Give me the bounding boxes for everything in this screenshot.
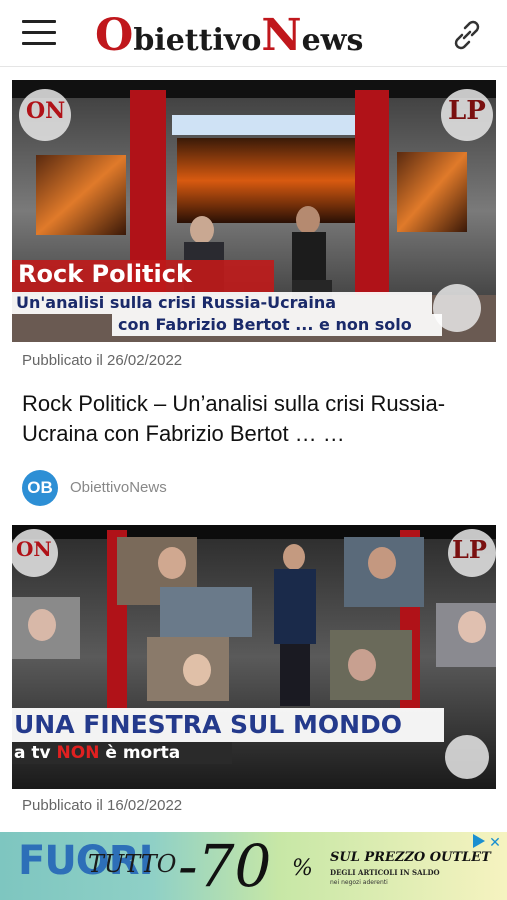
app-header: ObiettivoNews (0, 0, 507, 67)
ad-close-icon[interactable]: ✕ (487, 834, 503, 850)
post-date: Pubblicato il 26/02/2022 (22, 352, 183, 369)
post-date: Pubblicato il 16/02/2022 (22, 797, 183, 814)
ad-banner[interactable]: FUORI TUTTO -70 % SUL PREZZO OUTLET DEGL… (0, 832, 507, 900)
ad-discount: -70 (178, 832, 272, 900)
thumbnail-title: UNA FINESTRA SUL MONDO (14, 710, 403, 739)
ad-percent: % (292, 856, 313, 881)
post-title[interactable]: Rock Politick – Un’analisi sulla crisi R… (22, 389, 492, 449)
thumbnail-subtitle-line1: Un'analisi sulla crisi Russia-Ucraina (16, 293, 337, 312)
post-thumbnail[interactable]: ON LP Rock Politick Un'analisi sulla cri… (12, 80, 496, 342)
chain-link-icon[interactable] (448, 18, 486, 52)
thumbnail-logo-left: ON (16, 537, 52, 561)
ad-line2: DEGLI ARTICOLI IN SALDO (330, 868, 440, 877)
ad-word: TUTTO (88, 850, 177, 878)
subtitle-highlight: NON (56, 743, 100, 763)
thumbnail-subtitle-line1: a tv NON è morta (14, 743, 180, 763)
ad-line1: SUL PREZZO OUTLET (330, 850, 491, 865)
thumbnail-logo-left: ON (26, 98, 66, 124)
thumbnail-title: Rock Politick (18, 260, 192, 288)
site-logo[interactable]: ObiettivoNews (95, 10, 405, 61)
subtitle-suffix: è morta (99, 743, 181, 763)
ad-info-icon[interactable] (473, 834, 485, 848)
post-thumbnail[interactable]: ON LP UNA FINESTRA SUL MONDO a tv NON è … (12, 525, 496, 789)
thumbnail-subtitle-line2: con Fabrizio Bertot ... e non solo (118, 315, 412, 334)
thumbnail-logo-right: LP (448, 96, 486, 126)
avatar: OB (22, 470, 58, 506)
ad-line3: nei negozi aderenti (330, 879, 388, 886)
hamburger-menu-icon[interactable] (22, 20, 58, 50)
subtitle-prefix: a tv (14, 743, 57, 763)
thumbnail-logo-right: LP (452, 535, 487, 564)
author-name: ObiettivoNews (70, 479, 167, 496)
